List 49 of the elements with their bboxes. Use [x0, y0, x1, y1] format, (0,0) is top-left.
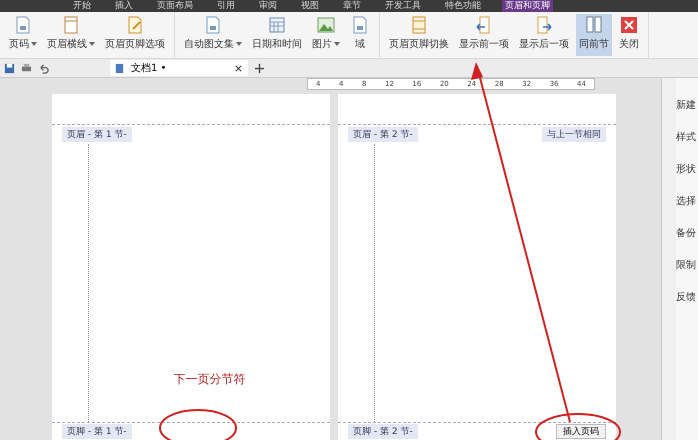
header-label: 页眉 - 第 1 节-	[62, 127, 132, 142]
same-as-previous-label: 与上一节相同	[542, 127, 606, 142]
ribbon-button[interactable]: 显示前一项	[456, 14, 512, 56]
side-panel-item[interactable]: 选择	[676, 194, 696, 208]
document-tab[interactable]: 文档1 •	[110, 60, 248, 76]
ribbon-button[interactable]: 页眉页脚切换	[386, 14, 452, 56]
print-icon[interactable]	[21, 62, 32, 74]
ribbon-button[interactable]: 域	[347, 14, 373, 56]
menu-tab[interactable]: 页面布局	[154, 0, 196, 12]
ribbon-button[interactable]: 页眉页脚选项	[102, 14, 168, 56]
menu-tab[interactable]: 视图	[298, 0, 322, 12]
section-break-note: 下一页分节符	[174, 371, 246, 388]
menu-tab[interactable]: 章节	[340, 0, 364, 12]
menu-tab[interactable]: 插入	[112, 0, 136, 12]
ribbon-button[interactable]: 页眉横线	[44, 14, 98, 56]
side-panel-item[interactable]: 形状	[676, 162, 696, 176]
menu-tab[interactable]: 特色功能	[442, 0, 484, 12]
close-icon[interactable]	[233, 62, 244, 74]
save-icon[interactable]	[4, 62, 15, 74]
menu-tab[interactable]: 开发工具	[382, 0, 424, 12]
document-title: 文档1 •	[131, 62, 168, 75]
scrollbar[interactable]	[661, 78, 676, 440]
add-tab-icon[interactable]	[254, 62, 265, 74]
side-panel-item[interactable]: 新建	[676, 98, 696, 112]
menu-tab[interactable]: 页眉和页脚	[502, 0, 553, 12]
undo-icon[interactable]	[38, 62, 49, 74]
menu-tab[interactable]: 引用	[214, 0, 238, 12]
close-icon	[619, 15, 639, 35]
ribbon-button[interactable]: 日期和时间	[249, 14, 305, 56]
document-icon	[114, 62, 125, 74]
side-panel-item[interactable]: 样式	[676, 130, 696, 144]
header-label: 页眉 - 第 2 节-	[348, 127, 418, 142]
ribbon-button[interactable]: 自动图文集	[181, 14, 245, 56]
side-panel-item[interactable]: 备份	[676, 226, 696, 240]
picture-icon	[316, 15, 336, 35]
footer-label: 页脚 - 第 1 节-	[62, 424, 132, 439]
book-icon	[584, 15, 604, 35]
ribbon-button[interactable]: 显示后一项	[516, 14, 572, 56]
footer-label: 页脚 - 第 2 节-	[348, 424, 418, 439]
side-panel-item[interactable]: 反馈	[676, 290, 696, 304]
ribbon-button[interactable]: 同前节	[576, 14, 612, 56]
ribbon-button[interactable]: 页码	[6, 14, 40, 56]
ribbon-button[interactable]: 图片	[309, 14, 343, 56]
ribbon-button[interactable]: 关闭	[616, 14, 642, 56]
menu-tab[interactable]: 审阅	[256, 0, 280, 12]
insert-page-number-button[interactable]: 插入页码	[556, 424, 606, 439]
menu-tab[interactable]: 开始	[70, 0, 94, 12]
calendar-icon	[267, 15, 287, 35]
side-panel-item[interactable]: 限制	[676, 258, 696, 272]
